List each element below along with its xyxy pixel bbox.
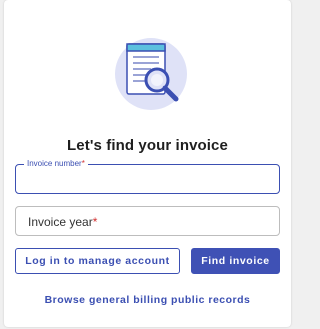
invoice-lookup-card: Let's find your invoice Invoice number* … — [4, 0, 291, 327]
browse-records-link[interactable]: Browse general billing public records — [4, 294, 291, 306]
find-invoice-button[interactable]: Find invoice — [191, 248, 280, 274]
invoice-year-input[interactable] — [16, 207, 279, 235]
page-title: Let's find your invoice — [67, 137, 228, 154]
log-in-button[interactable]: Log in to manage account — [15, 248, 180, 274]
invoice-year-field[interactable]: Invoice year* — [15, 206, 280, 236]
invoice-search-icon — [115, 38, 187, 110]
invoice-number-field[interactable]: Invoice number* — [15, 158, 280, 194]
invoice-number-input[interactable] — [16, 165, 279, 193]
